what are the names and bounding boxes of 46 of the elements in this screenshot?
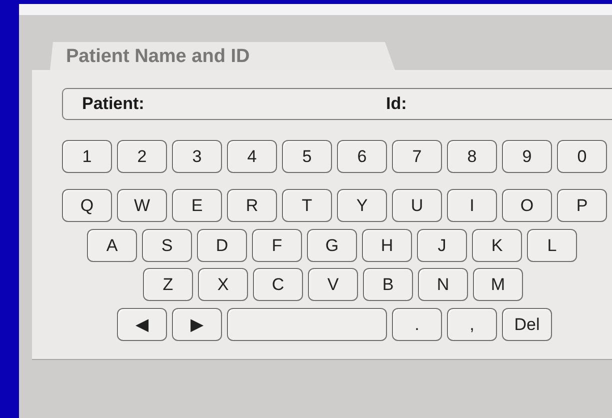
key[interactable]: E [172,189,222,222]
key[interactable]: Del [502,308,552,341]
key[interactable]: D [197,229,247,262]
field-label: Patient: [82,94,146,114]
key[interactable]: V [308,268,358,301]
key[interactable]: K [472,229,522,262]
key[interactable]: R [227,189,277,222]
key[interactable]: . [392,308,442,341]
tab[interactable]: Patient Name and ID [50,42,395,70]
key[interactable]: ◀ [117,308,167,341]
key[interactable]: F [252,229,302,262]
key[interactable]: O [502,189,552,222]
key[interactable]: 2 [117,140,167,173]
key[interactable]: Y [337,189,387,222]
key[interactable]: 6 [337,140,387,173]
key[interactable]: 7 [392,140,442,173]
key[interactable]: 8 [447,140,497,173]
key[interactable]: N [418,268,468,301]
field-label: Id: [386,94,407,114]
key[interactable]: X [198,268,248,301]
key[interactable]: Z [143,268,193,301]
key[interactable]: I [447,189,497,222]
key[interactable]: W [117,189,167,222]
key[interactable]: P [557,189,607,222]
key[interactable]: G [307,229,357,262]
patient-field[interactable]: Patient: Id: [62,88,612,120]
key[interactable]: ▶ [172,308,222,341]
key[interactable]: 0 [557,140,607,173]
key[interactable]: J [417,229,467,262]
key[interactable]: H [362,229,412,262]
key[interactable]: A [87,229,137,262]
key[interactable]: M [473,268,523,301]
key[interactable]: L [527,229,577,262]
space-key[interactable] [227,308,387,341]
key[interactable]: T [282,189,332,222]
key[interactable]: 3 [172,140,222,173]
key[interactable]: , [447,308,497,341]
key[interactable]: C [253,268,303,301]
key[interactable]: Q [62,189,112,222]
key[interactable]: U [392,189,442,222]
key[interactable]: B [363,268,413,301]
key[interactable]: 9 [502,140,552,173]
key[interactable]: 1 [62,140,112,173]
key[interactable]: S [142,229,192,262]
key[interactable]: 4 [227,140,277,173]
key[interactable]: 5 [282,140,332,173]
